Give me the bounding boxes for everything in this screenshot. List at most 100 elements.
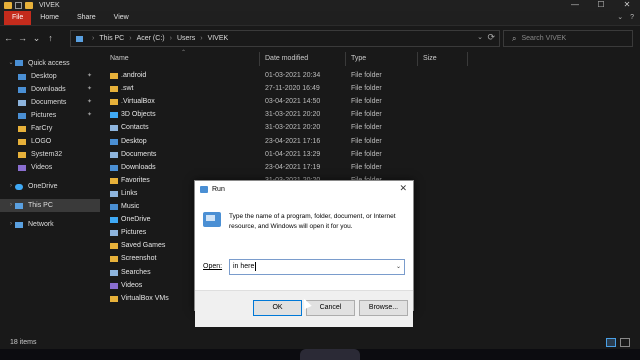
window-title: VIVEK xyxy=(39,2,60,9)
sort-up-icon: ⌃ xyxy=(181,50,187,56)
chevron-down-icon[interactable]: ⌄ xyxy=(396,260,401,274)
breadcrumb-this-pc[interactable]: This PC xyxy=(99,35,124,42)
refresh-icon[interactable]: ⟳ xyxy=(487,32,495,43)
column-size[interactable]: Size xyxy=(423,55,437,62)
address-bar[interactable]: › This PC › Acer (C:) › Users › VIVEK ⌄ … xyxy=(70,30,500,47)
chevron-right-icon[interactable]: › xyxy=(200,35,202,42)
sidebar-item-farcry[interactable]: FarCry xyxy=(0,122,100,135)
details-view-icon[interactable] xyxy=(606,338,616,347)
quick-access-toolbar xyxy=(4,2,33,9)
new-folder-icon[interactable] xyxy=(25,2,33,9)
breadcrumb-vivek[interactable]: VIVEK xyxy=(208,35,229,42)
table-row[interactable]: Desktop 23-04-2021 17:16 File folder xyxy=(103,135,433,148)
this-pc-icon xyxy=(76,35,83,42)
table-row[interactable]: .VirtualBox 03-04-2021 14:50 File folder xyxy=(103,95,433,108)
column-name[interactable]: Name xyxy=(110,55,129,62)
folder-icon xyxy=(18,138,26,145)
up-arrow-icon[interactable]: ↑ xyxy=(45,33,56,43)
sidebar-item-desktop[interactable]: Desktop ✦ xyxy=(0,70,100,83)
file-date: 27-11-2020 16:49 xyxy=(265,85,320,93)
file-type: File folder xyxy=(351,163,382,171)
help-icon[interactable]: ? xyxy=(630,11,634,25)
file-name: .android xyxy=(121,72,147,79)
sidebar-item-network[interactable]: › Network xyxy=(0,218,100,231)
breadcrumb-drive[interactable]: Acer (C:) xyxy=(137,35,165,42)
chevron-right-icon[interactable]: › xyxy=(7,218,15,231)
search-input[interactable]: ⌕ Search VIVEK xyxy=(503,30,633,47)
open-input[interactable]: in here ⌄ xyxy=(229,259,405,275)
back-arrow-icon[interactable]: ← xyxy=(3,33,14,43)
file-type: File folder xyxy=(351,150,382,158)
chevron-right-icon[interactable]: › xyxy=(92,35,94,42)
file-name: VirtualBox VMs xyxy=(121,294,169,302)
table-row[interactable]: Documents 01-04-2021 13:29 File folder xyxy=(103,148,433,161)
close-button[interactable]: ✕ xyxy=(614,0,640,11)
column-divider[interactable] xyxy=(345,52,346,66)
tab-share[interactable]: Share xyxy=(68,11,105,25)
breadcrumb-users[interactable]: Users xyxy=(177,35,195,42)
pin-icon[interactable]: ✦ xyxy=(87,70,92,83)
tab-view[interactable]: View xyxy=(105,11,138,25)
forward-arrow-icon[interactable]: → xyxy=(17,33,28,43)
sidebar-item-quick-access[interactable]: ⌄ Quick access xyxy=(0,56,100,70)
folder-icon xyxy=(18,151,26,158)
column-divider[interactable] xyxy=(417,52,418,66)
sidebar-item-videos[interactable]: Videos xyxy=(0,161,100,174)
folder-icon xyxy=(110,282,118,289)
minimize-button[interactable]: — xyxy=(562,0,588,11)
properties-icon[interactable] xyxy=(15,2,22,9)
column-divider[interactable] xyxy=(259,52,260,66)
chevron-right-icon[interactable]: › xyxy=(170,35,172,42)
tab-file[interactable]: File xyxy=(4,11,32,25)
sidebar-item-pictures[interactable]: Pictures ✦ xyxy=(0,109,100,122)
table-row[interactable]: 3D Objects 31-03-2021 20:20 File folder xyxy=(103,108,433,121)
pin-icon[interactable]: ✦ xyxy=(87,109,92,122)
folder-icon xyxy=(110,138,118,145)
open-label-text: Open: xyxy=(203,263,223,270)
cancel-button[interactable]: Cancel xyxy=(306,300,355,316)
sidebar-item-downloads[interactable]: Downloads ✦ xyxy=(0,83,100,96)
column-type[interactable]: Type xyxy=(351,55,366,62)
run-dialog-title-bar: Run ✕ xyxy=(195,181,413,197)
table-row[interactable]: Contacts 31-03-2021 20:20 File folder xyxy=(103,121,433,134)
expand-ribbon-icon[interactable]: ⌄ xyxy=(617,11,623,25)
close-icon[interactable]: ✕ xyxy=(399,183,407,194)
file-name: Favorites xyxy=(121,176,150,184)
file-date: 31-03-2021 20:20 xyxy=(265,124,321,132)
run-dialog-message: Type the name of a program, folder, docu… xyxy=(229,213,396,230)
browse-button[interactable]: Browse... xyxy=(359,300,408,316)
maximize-button[interactable]: ☐ xyxy=(588,0,614,11)
table-row[interactable]: .android 01-03-2021 20:34 File folder xyxy=(103,69,433,82)
sidebar-item-onedrive[interactable]: › OneDrive xyxy=(0,180,100,193)
table-row[interactable]: .swt 27-11-2020 16:49 File folder xyxy=(103,82,433,95)
title-bar: VIVEK — ☐ ✕ xyxy=(0,0,640,11)
cloud-icon xyxy=(15,183,23,190)
sidebar-item-documents[interactable]: Documents ✦ xyxy=(0,96,100,109)
file-name: .VirtualBox xyxy=(121,98,155,106)
tab-home[interactable]: Home xyxy=(31,11,68,25)
large-icons-view-icon[interactable] xyxy=(620,338,630,347)
table-row[interactable]: Downloads 23-04-2021 17:19 File folder xyxy=(103,161,433,174)
sidebar-item-label: This PC xyxy=(28,202,53,209)
folder-icon xyxy=(110,190,118,197)
chevron-down-icon[interactable]: ⌄ xyxy=(477,33,483,41)
sidebar-item-logo[interactable]: LOGO xyxy=(0,135,100,148)
pin-icon[interactable]: ✦ xyxy=(87,83,92,96)
chevron-right-icon[interactable]: › xyxy=(7,199,15,212)
chevron-down-icon[interactable]: ⌄ xyxy=(7,57,15,70)
file-type: File folder xyxy=(351,124,382,132)
ok-button[interactable]: OK xyxy=(253,300,302,316)
sidebar-item-label: Downloads xyxy=(31,86,66,93)
recent-locations-icon[interactable]: ⌄ xyxy=(31,33,42,44)
chevron-right-icon[interactable]: › xyxy=(129,35,131,42)
column-date-modified[interactable]: Date modified xyxy=(265,55,308,62)
sidebar-item-this-pc[interactable]: › This PC xyxy=(0,199,100,212)
pin-icon[interactable]: ✦ xyxy=(87,96,92,109)
window-controls: — ☐ ✕ xyxy=(562,0,640,11)
folder-icon xyxy=(110,217,118,224)
sidebar-item-label: Videos xyxy=(31,164,53,171)
sidebar-item-system32[interactable]: System32 xyxy=(0,148,100,161)
chevron-right-icon[interactable]: › xyxy=(7,180,15,193)
column-headers: ⌃ Name Date modified Type Size xyxy=(103,50,640,66)
column-divider[interactable] xyxy=(467,52,468,66)
